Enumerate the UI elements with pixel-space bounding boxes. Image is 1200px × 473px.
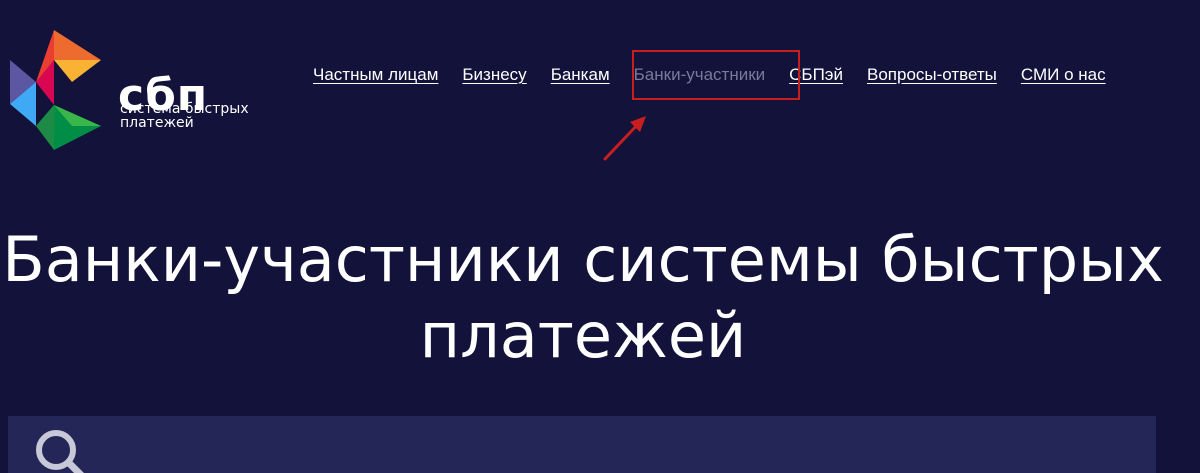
search-bar[interactable] [8,416,1156,473]
page-title: Банки-участники системы быстрых платежей [0,222,1166,374]
logo-subtitle: система быстрых платежей [120,102,270,130]
sbp-logo-icon [10,30,101,150]
annotation-arrow-icon [603,116,646,161]
nav-banks[interactable]: Банкам [551,64,610,86]
nav-press[interactable]: СМИ о нас [1021,64,1106,86]
page-title-line2: платежей [419,299,747,372]
page: сбп система быстрых платежей Частным лиц… [0,0,1200,473]
nav-faq[interactable]: Вопросы-ответы [867,64,997,86]
sbp-logo[interactable]: сбп система быстрых платежей [6,30,266,152]
logo-subtitle-line2: платежей [120,115,194,131]
logo-subtitle-line1: система быстрых [120,101,249,117]
search-icon[interactable] [32,426,96,473]
nav-business[interactable]: Бизнесу [462,64,526,86]
nav-private-persons[interactable]: Частным лицам [313,64,438,86]
annotation-highlight-box [632,50,800,100]
page-title-line1: Банки-участники системы быстрых [2,223,1164,296]
